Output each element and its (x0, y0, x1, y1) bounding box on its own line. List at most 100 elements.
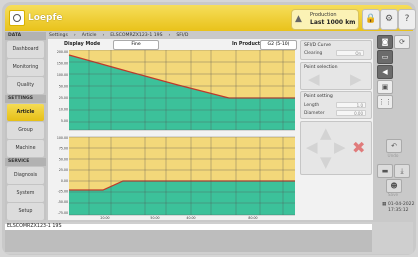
lower-y-tick-label: 75.00 (59, 147, 68, 151)
lower-y-tick-label: 0.00 (61, 179, 68, 183)
save-label: Save (387, 192, 399, 197)
settings-button[interactable]: ⚙ (380, 9, 398, 30)
clearing-toggle[interactable]: On (336, 50, 364, 56)
undo-label: Undo (387, 153, 399, 158)
save-button[interactable]: ☻ (386, 179, 402, 193)
breadcrumb-sfid: SFI/D (176, 33, 189, 38)
sidebar-item-setup[interactable]: Setup (7, 203, 44, 220)
display-mode-label: Display Mode (64, 42, 101, 47)
x-tick-label: 80.00 (248, 216, 257, 220)
window-button[interactable]: ▣ (377, 80, 393, 94)
breadcrumb-article[interactable]: Article (82, 33, 97, 38)
app-logo: Loepfe (9, 10, 62, 26)
message-button[interactable]: ▬ (377, 164, 393, 178)
length-field[interactable]: 1.0 (336, 102, 366, 108)
chart-plot: 200.00 150.00 100.00 50.00 25.00 10.00 5.00 100… (57, 50, 295, 220)
refresh-icon: ⟳ (399, 38, 405, 46)
grid-button[interactable]: ⋮⋮ (377, 95, 393, 109)
grid-icon: ⋮⋮ (378, 98, 392, 106)
point-setting-title: Point setting (304, 94, 333, 99)
lower-y-tick-label: -50.00 (58, 200, 68, 204)
sidebar-item-dashboard[interactable]: Dashboard (7, 41, 44, 58)
sidebar-item-diagnosis[interactable]: Diagnosis (7, 167, 44, 184)
x-tick-label: 20.00 (100, 216, 109, 220)
delete-point-icon[interactable]: ✖ (352, 140, 365, 156)
point-selection-box: Point selection ◀ ▶ (300, 62, 372, 90)
point-move-box: ▲ ◀ ▶ ▼ ✖ (300, 121, 372, 175)
help-icon: ? (404, 14, 410, 24)
breadcrumb-settings[interactable]: Settings (49, 33, 68, 38)
logo-text: Loepfe (28, 13, 63, 23)
time-text: 17:35:12 (387, 208, 409, 213)
header-bar: Loepfe ▲ Production Last 1000 km 🔒 ⚙ ? (5, 5, 416, 31)
help-button[interactable]: ? (398, 9, 416, 30)
upper-y-tick-label: 100.00 (57, 73, 68, 77)
breadcrumb-separator-icon: › (73, 33, 76, 38)
sidebar-section-settings: SETTINGS (5, 95, 46, 103)
upper-y-tick-label: 10.00 (59, 108, 68, 112)
download-icon: ⤓ (400, 167, 404, 175)
x-tick-label: 50.00 (150, 216, 159, 220)
date-text: 01-04-2022 (387, 202, 415, 207)
download-button[interactable]: ⤓ (394, 164, 410, 178)
back-icon: ◀ (382, 68, 388, 76)
lower-y-tick-label: -75.00 (58, 211, 68, 215)
next-point-icon[interactable]: ▶ (350, 72, 362, 87)
display-icon: ▭ (381, 53, 389, 61)
production-icon: ▲ (295, 14, 302, 24)
message-icon: ▬ (381, 167, 389, 175)
upper-y-tick-label: 200.00 (57, 50, 68, 54)
lock-icon: 🔒 (365, 14, 377, 24)
move-up-icon[interactable]: ▲ (320, 126, 332, 141)
upper-y-tick-label: 150.00 (57, 62, 68, 66)
diameter-label: Diameter (304, 111, 325, 116)
breadcrumb: Settings › Article › ELSCOMRZX123-1 19S … (49, 32, 188, 39)
sidebar-section-data: DATA (5, 32, 46, 40)
sidebar: DATA Dashboard Monitoring Quality SETTIN… (5, 32, 46, 220)
sidebar-item-system[interactable]: System (7, 185, 44, 202)
production-indicator[interactable]: ▲ Production Last 1000 km (291, 9, 359, 30)
lower-y-tick-label: 25.00 (59, 168, 68, 172)
back-button[interactable]: ◀ (377, 65, 393, 79)
x-tick-label: 40.00 (186, 216, 195, 220)
upper-y-tick-label: 5.00 (61, 119, 68, 123)
lock-button[interactable]: 🔒 (362, 9, 380, 30)
undo-icon: ↶ (391, 142, 397, 150)
production-range: Last 1000 km (310, 19, 356, 26)
upper-y-tick-label: 50.00 (59, 85, 68, 89)
app-window: Loepfe ▲ Production Last 1000 km 🔒 ⚙ ? D… (2, 2, 416, 255)
display-mode-select[interactable]: Fine (113, 40, 159, 50)
move-right-icon[interactable]: ▶ (334, 140, 346, 155)
date-time: ▦ 01-04-2022 17:35:12 (382, 202, 415, 214)
sidebar-item-monitoring[interactable]: Monitoring (7, 59, 44, 76)
camera-icon: ◙ (381, 38, 389, 46)
sidebar-item-article[interactable]: Article (7, 104, 44, 121)
in-production-select[interactable]: G2 (5-10) (260, 40, 297, 50)
sidebar-section-service: SERVICE (5, 158, 46, 166)
camera-button[interactable]: ◙ (377, 35, 393, 49)
undo-button[interactable]: ↶ (386, 139, 402, 153)
sidebar-item-group[interactable]: Group (7, 122, 44, 139)
sidebar-item-machine[interactable]: Machine (7, 140, 44, 157)
breadcrumb-separator-icon: › (168, 33, 171, 38)
production-label: Production (310, 12, 337, 18)
prev-point-icon[interactable]: ◀ (308, 72, 320, 87)
breadcrumb-article-name[interactable]: ELSCOMRZX123-1 19S (110, 33, 162, 38)
window-icon: ▣ (381, 83, 389, 91)
lower-y-tick-label: 100.00 (57, 136, 68, 140)
sidebar-item-quality[interactable]: Quality (7, 77, 44, 94)
curve-box: SFI/D Curve Clearing On (300, 40, 372, 60)
sfid-chart[interactable]: 200.00 150.00 100.00 50.00 25.00 10.00 5.00 100… (53, 50, 295, 220)
bottom-panel (5, 230, 372, 252)
move-left-icon[interactable]: ◀ (306, 140, 318, 155)
refresh-button[interactable]: ⟳ (394, 35, 410, 49)
curve-title: SFI/D Curve (304, 43, 332, 48)
clearing-label: Clearing (304, 51, 323, 56)
display-button[interactable]: ▭ (377, 50, 393, 64)
lower-y-tick-label: -25.00 (58, 190, 68, 194)
main-panel: Display Mode Fine In Production G2 (5-10… (48, 39, 373, 220)
diameter-field[interactable]: 0.00 (336, 110, 366, 116)
move-down-icon[interactable]: ▼ (320, 155, 332, 170)
gear-icon: ⚙ (384, 14, 394, 24)
lower-y-tick-label: 50.00 (59, 157, 68, 161)
